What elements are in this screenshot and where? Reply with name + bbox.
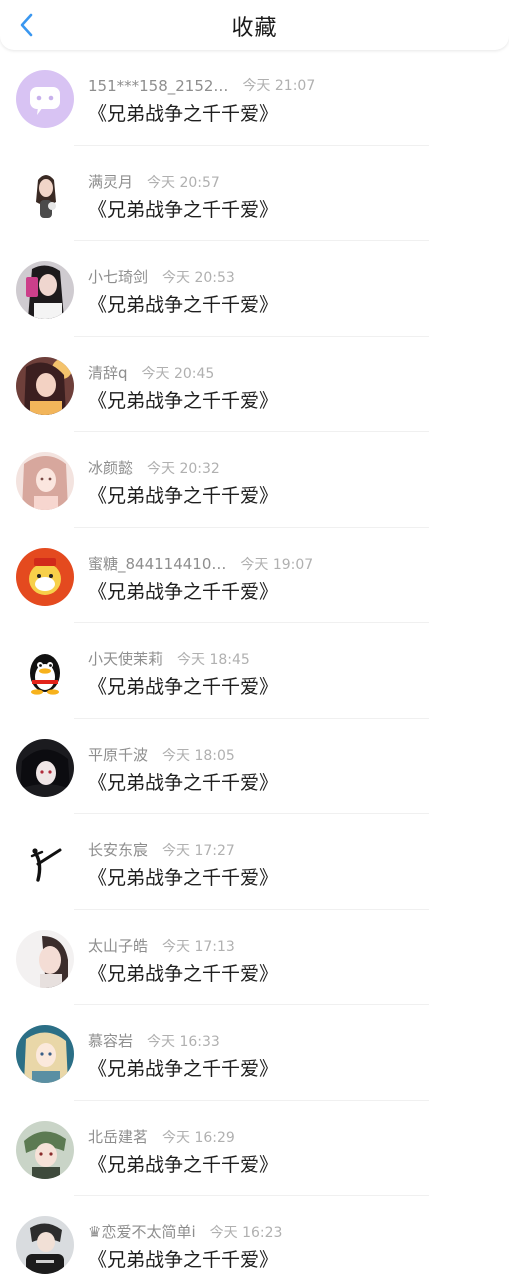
book-title[interactable]: 《兄弟战争之千千爱》: [88, 768, 278, 795]
user-name[interactable]: 平原千波: [88, 744, 148, 765]
list-item[interactable]: 长安东宸 今天 17:27 《兄弟战争之千千爱》: [0, 814, 509, 910]
user-name[interactable]: 长安东宸: [88, 839, 148, 860]
book-title[interactable]: 《兄弟战争之千千爱》: [88, 863, 278, 890]
item-meta: 北岳建茗 今天 16:29: [88, 1126, 235, 1147]
timestamp: 今天 18:05: [162, 747, 235, 764]
book-title[interactable]: 《兄弟战争之千千爱》: [88, 99, 278, 126]
list-item[interactable]: 清辞q 今天 20:45 《兄弟战争之千千爱》: [0, 337, 509, 432]
item-meta: 满灵月 今天 20:57: [88, 171, 220, 192]
avatar[interactable]: [16, 1216, 74, 1274]
timestamp: 今天 17:27: [162, 843, 235, 859]
book-title[interactable]: 《兄弟战争之千千爱》: [88, 577, 278, 604]
user-name[interactable]: ♛恋爱不太简单i: [88, 1221, 196, 1242]
user-name[interactable]: 冰颜懿: [88, 457, 133, 478]
avatar[interactable]: [16, 1120, 74, 1179]
book-title[interactable]: 《兄弟战争之千千爱》: [88, 290, 278, 317]
timestamp: 今天 20:45: [141, 365, 215, 382]
user-name[interactable]: 蜜糖_844114410…: [88, 553, 226, 574]
book-title[interactable]: 《兄弟战争之千千爱》: [88, 1054, 278, 1081]
top-nav-bar: 收藏: [0, 0, 509, 50]
avatar[interactable]: [16, 452, 74, 510]
item-meta: 小天使茉莉 今天 18:45: [88, 648, 250, 669]
list-item[interactable]: 蜜糖_844114410… 今天 19:07 《兄弟战争之千千爱》: [0, 528, 509, 623]
book-title[interactable]: 《兄弟战争之千千爱》: [88, 959, 278, 986]
list-item[interactable]: 冰颜懿 今天 20:32 《兄弟战争之千千爱》: [0, 432, 509, 528]
list-item[interactable]: 北岳建茗 今天 16:29 《兄弟战争之千千爱》: [0, 1101, 509, 1196]
favorites-page: 收藏 151***158_2152… 今天 21:07 《兄弟战争之千千爱》 满灵月…: [0, 0, 509, 1280]
timestamp: 今天 16:33: [147, 1034, 220, 1050]
timestamp: 今天 20:32: [147, 461, 220, 477]
timestamp: 今天 16:29: [162, 1129, 235, 1146]
book-title[interactable]: 《兄弟战争之千千爱》: [88, 1150, 278, 1177]
avatar[interactable]: [16, 70, 74, 128]
user-name[interactable]: 小天使茉莉: [88, 648, 163, 669]
user-name[interactable]: 满灵月: [88, 171, 133, 192]
user-name[interactable]: 太山子皓: [88, 935, 148, 956]
item-meta: 长安东宸 今天 17:27: [88, 839, 235, 860]
user-name[interactable]: 小七琦剑: [88, 266, 148, 287]
favorites-list: 151***158_2152… 今天 21:07 《兄弟战争之千千爱》 满灵月 今天 …: [0, 50, 509, 1280]
avatar[interactable]: [16, 834, 74, 892]
page-title: 收藏: [231, 16, 278, 41]
list-item[interactable]: ♛恋爱不太简单i 今天 16:23 《兄弟战争之千千爱》: [0, 1196, 509, 1280]
avatar[interactable]: [16, 1025, 74, 1083]
list-item[interactable]: 小七琦剑 今天 20:53 《兄弟战争之千千爱》: [0, 241, 509, 337]
user-name[interactable]: 清辞q: [88, 362, 128, 383]
timestamp: 今天 18:45: [177, 652, 250, 668]
book-title[interactable]: 《兄弟战争之千千爱》: [88, 1245, 278, 1272]
avatar[interactable]: [16, 738, 74, 797]
item-meta: ♛恋爱不太简单i 今天 16:23: [88, 1221, 282, 1242]
avatar[interactable]: [16, 261, 74, 319]
avatar[interactable]: [16, 643, 74, 701]
avatar[interactable]: [16, 356, 74, 415]
timestamp: 今天 20:57: [147, 174, 220, 191]
user-name[interactable]: 慕容岩: [88, 1030, 133, 1051]
user-name[interactable]: 北岳建茗: [88, 1126, 148, 1147]
timestamp: 今天 20:53: [162, 270, 235, 286]
list-item[interactable]: 太山子皓 今天 17:13 《兄弟战争之千千爱》: [0, 910, 509, 1005]
item-meta: 清辞q 今天 20:45: [88, 362, 214, 383]
list-item[interactable]: 慕容岩 今天 16:33 《兄弟战争之千千爱》: [0, 1005, 509, 1101]
book-title[interactable]: 《兄弟战争之千千爱》: [88, 672, 278, 699]
timestamp: 今天 17:13: [162, 938, 235, 955]
book-title[interactable]: 《兄弟战争之千千爱》: [88, 481, 278, 508]
timestamp: 今天 19:07: [240, 556, 314, 573]
avatar[interactable]: [16, 165, 74, 224]
item-meta: 151***158_2152… 今天 21:07: [88, 75, 315, 95]
item-meta: 太山子皓 今天 17:13: [88, 935, 235, 956]
user-name[interactable]: 151***158_2152…: [88, 77, 228, 95]
avatar[interactable]: [16, 929, 74, 988]
list-item[interactable]: 小天使茉莉 今天 18:45 《兄弟战争之千千爱》: [0, 623, 509, 719]
item-meta: 小七琦剑 今天 20:53: [88, 266, 235, 287]
item-meta: 平原千波 今天 18:05: [88, 744, 235, 765]
book-title[interactable]: 《兄弟战争之千千爱》: [88, 386, 278, 413]
book-title[interactable]: 《兄弟战争之千千爱》: [88, 195, 278, 222]
timestamp: 今天 21:07: [242, 78, 316, 94]
list-item[interactable]: 平原千波 今天 18:05 《兄弟战争之千千爱》: [0, 719, 509, 814]
avatar[interactable]: [16, 547, 74, 606]
list-item[interactable]: 满灵月 今天 20:57 《兄弟战争之千千爱》: [0, 146, 509, 241]
item-meta: 冰颜懿 今天 20:32: [88, 457, 220, 478]
item-meta: 蜜糖_844114410… 今天 19:07: [88, 553, 313, 574]
item-meta: 慕容岩 今天 16:33: [88, 1030, 220, 1051]
timestamp: 今天 16:23: [209, 1225, 283, 1241]
list-item[interactable]: 151***158_2152… 今天 21:07 《兄弟战争之千千爱》: [0, 50, 509, 146]
